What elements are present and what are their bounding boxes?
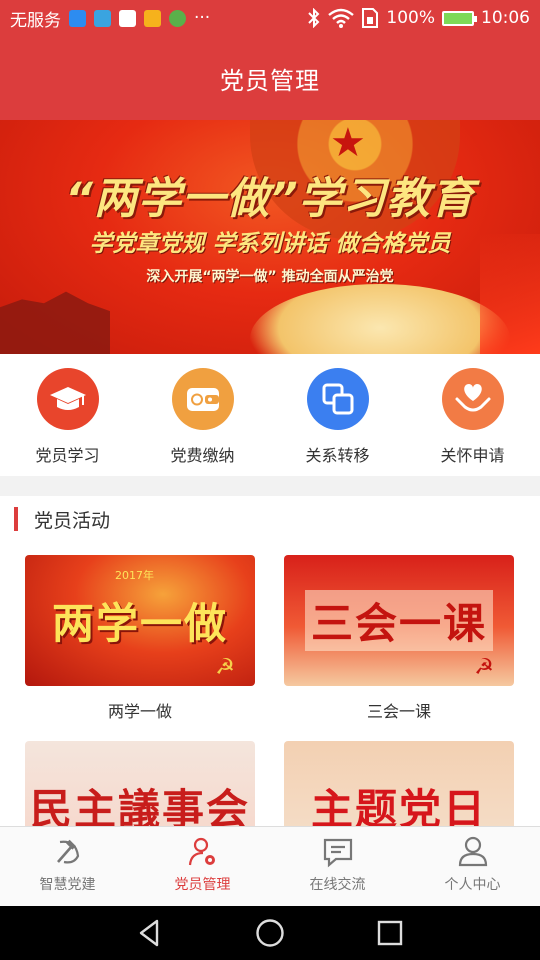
- activity-image-text: 民主議事会: [29, 785, 250, 826]
- quick-menu-label: 关怀申请: [440, 446, 505, 465]
- activity-image-text: 两学一做: [51, 599, 228, 648]
- app-notification-icon: [144, 9, 161, 27]
- star-icon: ★: [330, 120, 366, 166]
- transfer-icon: [306, 368, 369, 430]
- tab-smart-party[interactable]: 智慧党建: [0, 827, 135, 906]
- wallet-icon: [171, 368, 234, 430]
- party-activities-section: 党员活动 两学一做 2017年 ☭ 两学一做 三会一课 ☭ 三会一课 民主議事会…: [0, 496, 540, 826]
- sim-icon: [362, 8, 379, 28]
- activity-card[interactable]: 民主議事会: [25, 741, 255, 826]
- home-circle-icon: [256, 919, 284, 947]
- tab-label: 个人中心: [444, 877, 501, 893]
- activity-label: 两学一做: [107, 702, 172, 721]
- activity-image: 主题党日: [284, 741, 514, 826]
- quick-menu-label: 关系转移: [305, 446, 370, 465]
- battery-percent: 100%: [386, 8, 435, 28]
- activity-label: 三会一课: [366, 702, 431, 721]
- quick-menu: 党员学习 党费缴纳 关系转移 关怀申请: [0, 354, 540, 476]
- app-notification-icon: [69, 9, 86, 27]
- back-button[interactable]: [135, 918, 165, 948]
- recent-apps-button[interactable]: [375, 918, 405, 948]
- party-emblem-icon: [56, 839, 79, 864]
- system-nav-bar: [0, 906, 540, 960]
- quick-menu-label: 党费缴纳: [170, 446, 235, 465]
- cloud-decoration: [250, 284, 510, 354]
- tiananmen-silhouette: [0, 291, 110, 354]
- activity-image-text: 三会一课: [304, 590, 493, 651]
- clock: 10:06: [481, 8, 530, 28]
- activity-image: 两学一做 2017年 ☭: [25, 555, 255, 686]
- promo-banner[interactable]: ★ “两学一做”学习教育 学党章党规 学系列讲话 做合格党员 深入开展“两学一做…: [0, 120, 540, 354]
- wifi-icon: [328, 8, 355, 28]
- carrier-text: 无服务: [10, 10, 61, 31]
- banner-tagline: 深入开展“两学一做” 推动全面从严治党: [146, 269, 394, 285]
- back-triangle-icon: [139, 919, 159, 947]
- banner-headline: “两学一做”学习教育: [65, 174, 475, 224]
- battery-icon: [442, 10, 477, 26]
- app-notification-icon: [119, 9, 136, 27]
- tab-personal-center[interactable]: 个人中心: [405, 827, 540, 906]
- tab-label: 在线交流: [309, 877, 366, 893]
- activity-card[interactable]: 主题党日: [284, 741, 514, 826]
- tab-member-management[interactable]: 党员管理: [135, 827, 270, 906]
- user-gear-icon: [188, 837, 215, 866]
- page-title: 党员管理: [220, 66, 320, 95]
- section-accent-bar: [14, 507, 18, 531]
- tab-online-chat[interactable]: 在线交流: [270, 827, 405, 906]
- hammer-sickle-icon: ☭: [215, 655, 235, 680]
- section-header: 党员活动: [0, 496, 540, 542]
- activity-card[interactable]: 两学一做 2017年 ☭ 两学一做: [25, 555, 255, 722]
- bluetooth-icon: [308, 8, 320, 28]
- app-notification-icon: [94, 9, 111, 27]
- activity-card[interactable]: 三会一课 ☭ 三会一课: [284, 555, 514, 722]
- quick-menu-party-study[interactable]: 党员学习: [0, 354, 135, 476]
- section-title: 党员活动: [34, 509, 111, 532]
- activity-image-text: 主题党日: [310, 785, 487, 826]
- banner-subline: 学党章党规 学系列讲话 做合格党员: [89, 231, 451, 257]
- home-button[interactable]: [255, 918, 285, 948]
- chat-icon: [323, 838, 352, 868]
- activity-image-year: 2017年: [115, 569, 154, 582]
- status-bar: 无服务 ··· 100% 10:06: [0, 0, 540, 36]
- recent-square-icon: [377, 920, 403, 946]
- activity-image: 民主議事会: [25, 741, 255, 826]
- title-bar: 党员管理: [0, 36, 540, 120]
- activity-image: 三会一课 ☭: [284, 555, 514, 686]
- quick-menu-dues-payment[interactable]: 党费缴纳: [135, 354, 270, 476]
- more-notifications-icon: ···: [194, 8, 211, 28]
- graduation-cap-icon: [36, 368, 99, 430]
- tab-label: 党员管理: [174, 877, 231, 893]
- heart-hands-icon: [441, 368, 504, 430]
- quick-menu-label: 党员学习: [35, 446, 100, 465]
- bottom-tab-bar: 智慧党建 党员管理 在线交流 个人中心: [0, 826, 540, 906]
- quick-menu-care-application[interactable]: 关怀申请: [405, 354, 540, 476]
- hammer-sickle-icon: ☭: [474, 655, 494, 680]
- person-icon: [458, 836, 487, 867]
- quick-menu-relation-transfer[interactable]: 关系转移: [270, 354, 405, 476]
- app-notification-icon: [169, 9, 186, 27]
- tab-label: 智慧党建: [39, 877, 96, 893]
